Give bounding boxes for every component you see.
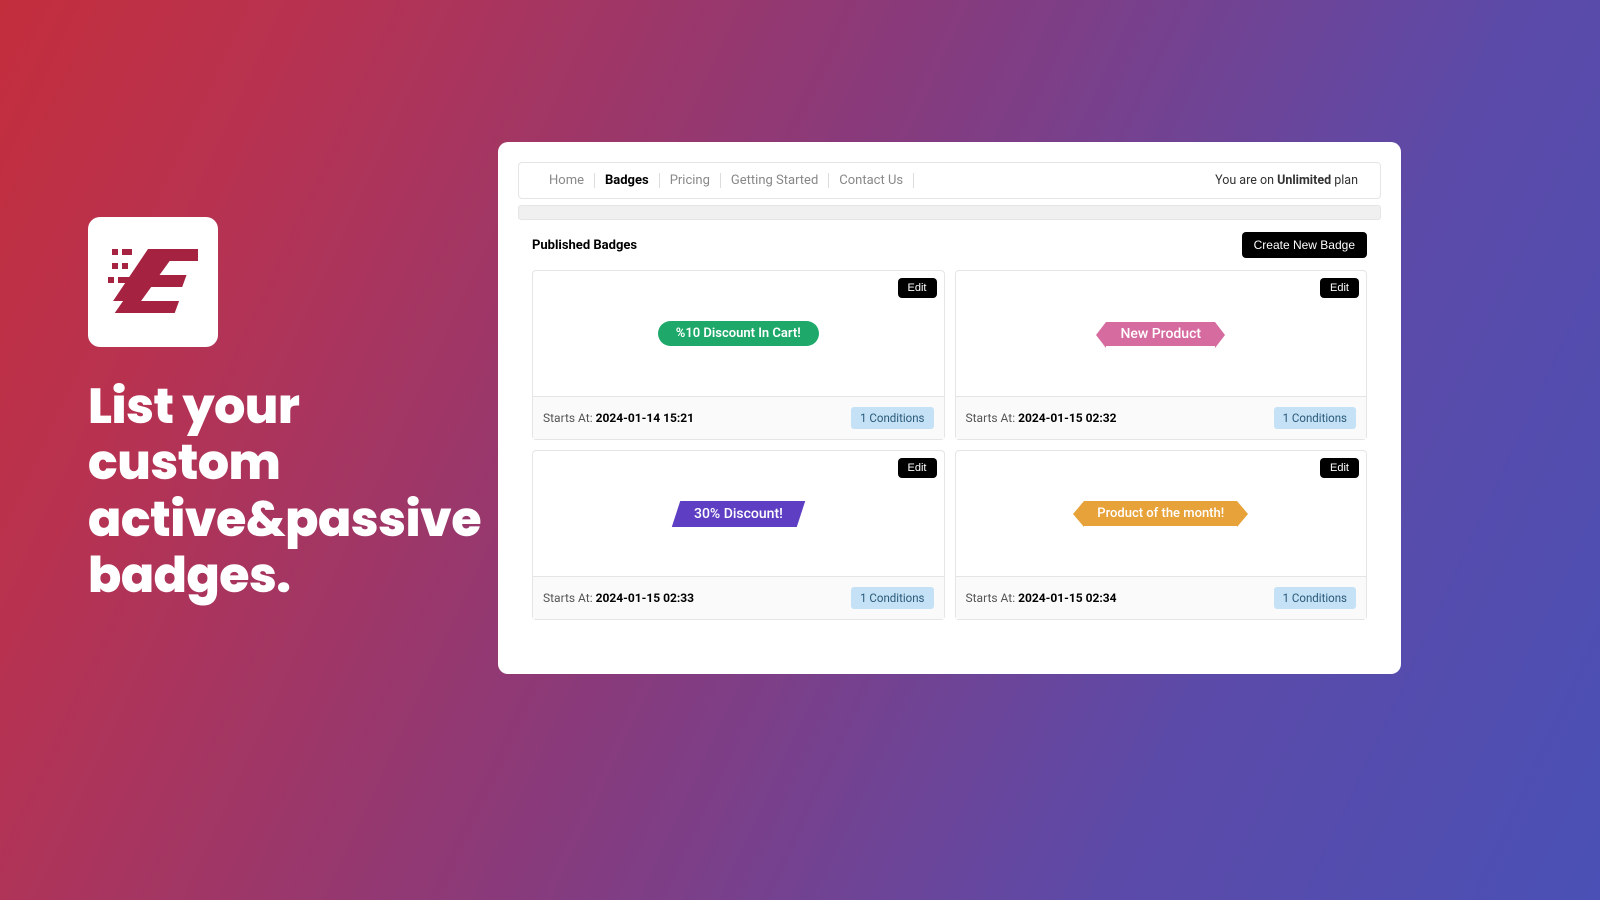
starts-at-value: 2024-01-14 15:21 <box>596 411 694 425</box>
badge-footer: Starts At: 2024-01-15 02:32 1 Conditions <box>956 396 1367 439</box>
conditions-pill: 1 Conditions <box>1274 587 1356 609</box>
badge-shape-ribbon: New Product <box>1106 322 1215 346</box>
starts-at-label: Starts At: <box>543 591 596 605</box>
badge-card: Edit New Product Starts At: 2024-01-15 0… <box>955 270 1368 440</box>
badge-preview: %10 Discount In Cart! <box>533 271 944 396</box>
badge-preview: New Product <box>956 271 1367 396</box>
edit-button[interactable]: Edit <box>1320 278 1359 298</box>
starts-at-label: Starts At: <box>966 411 1019 425</box>
starts-at: Starts At: 2024-01-14 15:21 <box>543 411 694 425</box>
conditions-pill: 1 Conditions <box>851 587 933 609</box>
create-new-badge-button[interactable]: Create New Badge <box>1242 232 1367 258</box>
nav-item-getting-started[interactable]: Getting Started <box>721 173 829 188</box>
tagline-text: List your custom active&passive badges. <box>88 379 488 604</box>
badge-shape-pill: %10 Discount In Cart! <box>658 321 819 346</box>
app-window: Home Badges Pricing Getting Started Cont… <box>498 142 1401 674</box>
starts-at: Starts At: 2024-01-15 02:34 <box>966 591 1117 605</box>
nav-items: Home Badges Pricing Getting Started Cont… <box>541 173 914 188</box>
edit-button[interactable]: Edit <box>898 458 937 478</box>
spacer-bar <box>518 205 1381 220</box>
badge-card: Edit %10 Discount In Cart! Starts At: 20… <box>532 270 945 440</box>
conditions-pill: 1 Conditions <box>1274 407 1356 429</box>
badge-footer: Starts At: 2024-01-15 02:33 1 Conditions <box>533 576 944 619</box>
badge-preview: Product of the month! <box>956 451 1367 576</box>
badge-preview: 30% Discount! <box>533 451 944 576</box>
plan-suffix: plan <box>1331 173 1358 188</box>
starts-at-label: Starts At: <box>966 591 1019 605</box>
badge-card: Edit Product of the month! Starts At: 20… <box>955 450 1368 620</box>
nav-item-home[interactable]: Home <box>541 173 595 188</box>
nav-item-pricing[interactable]: Pricing <box>660 173 721 188</box>
edit-button[interactable]: Edit <box>1320 458 1359 478</box>
badge-card: Edit 30% Discount! Starts At: 2024-01-15… <box>532 450 945 620</box>
section-header: Published Badges Create New Badge <box>518 232 1381 258</box>
plan-info: You are on Unlimited plan <box>1215 173 1358 188</box>
badge-shape-parallelogram: 30% Discount! <box>672 501 805 527</box>
starts-at: Starts At: 2024-01-15 02:32 <box>966 411 1117 425</box>
badge-shape-tag: Product of the month! <box>1084 501 1237 526</box>
starts-at-value: 2024-01-15 02:33 <box>596 591 694 605</box>
starts-at: Starts At: 2024-01-15 02:33 <box>543 591 694 605</box>
plan-name: Unlimited <box>1277 173 1331 188</box>
edit-button[interactable]: Edit <box>898 278 937 298</box>
badge-footer: Starts At: 2024-01-14 15:21 1 Conditions <box>533 396 944 439</box>
nav-item-badges[interactable]: Badges <box>595 173 660 188</box>
conditions-pill: 1 Conditions <box>851 407 933 429</box>
starts-at-value: 2024-01-15 02:34 <box>1018 591 1116 605</box>
badge-footer: Starts At: 2024-01-15 02:34 1 Conditions <box>956 576 1367 619</box>
nav-item-contact[interactable]: Contact Us <box>829 173 914 188</box>
badge-grid: Edit %10 Discount In Cart! Starts At: 20… <box>518 270 1381 620</box>
app-logo <box>88 217 218 347</box>
badge-text: 30% Discount! <box>694 506 783 522</box>
plan-prefix: You are on <box>1215 173 1277 188</box>
starts-at-label: Starts At: <box>543 411 596 425</box>
section-title: Published Badges <box>532 238 637 253</box>
starts-at-value: 2024-01-15 02:32 <box>1018 411 1116 425</box>
nav-bar: Home Badges Pricing Getting Started Cont… <box>518 162 1381 199</box>
